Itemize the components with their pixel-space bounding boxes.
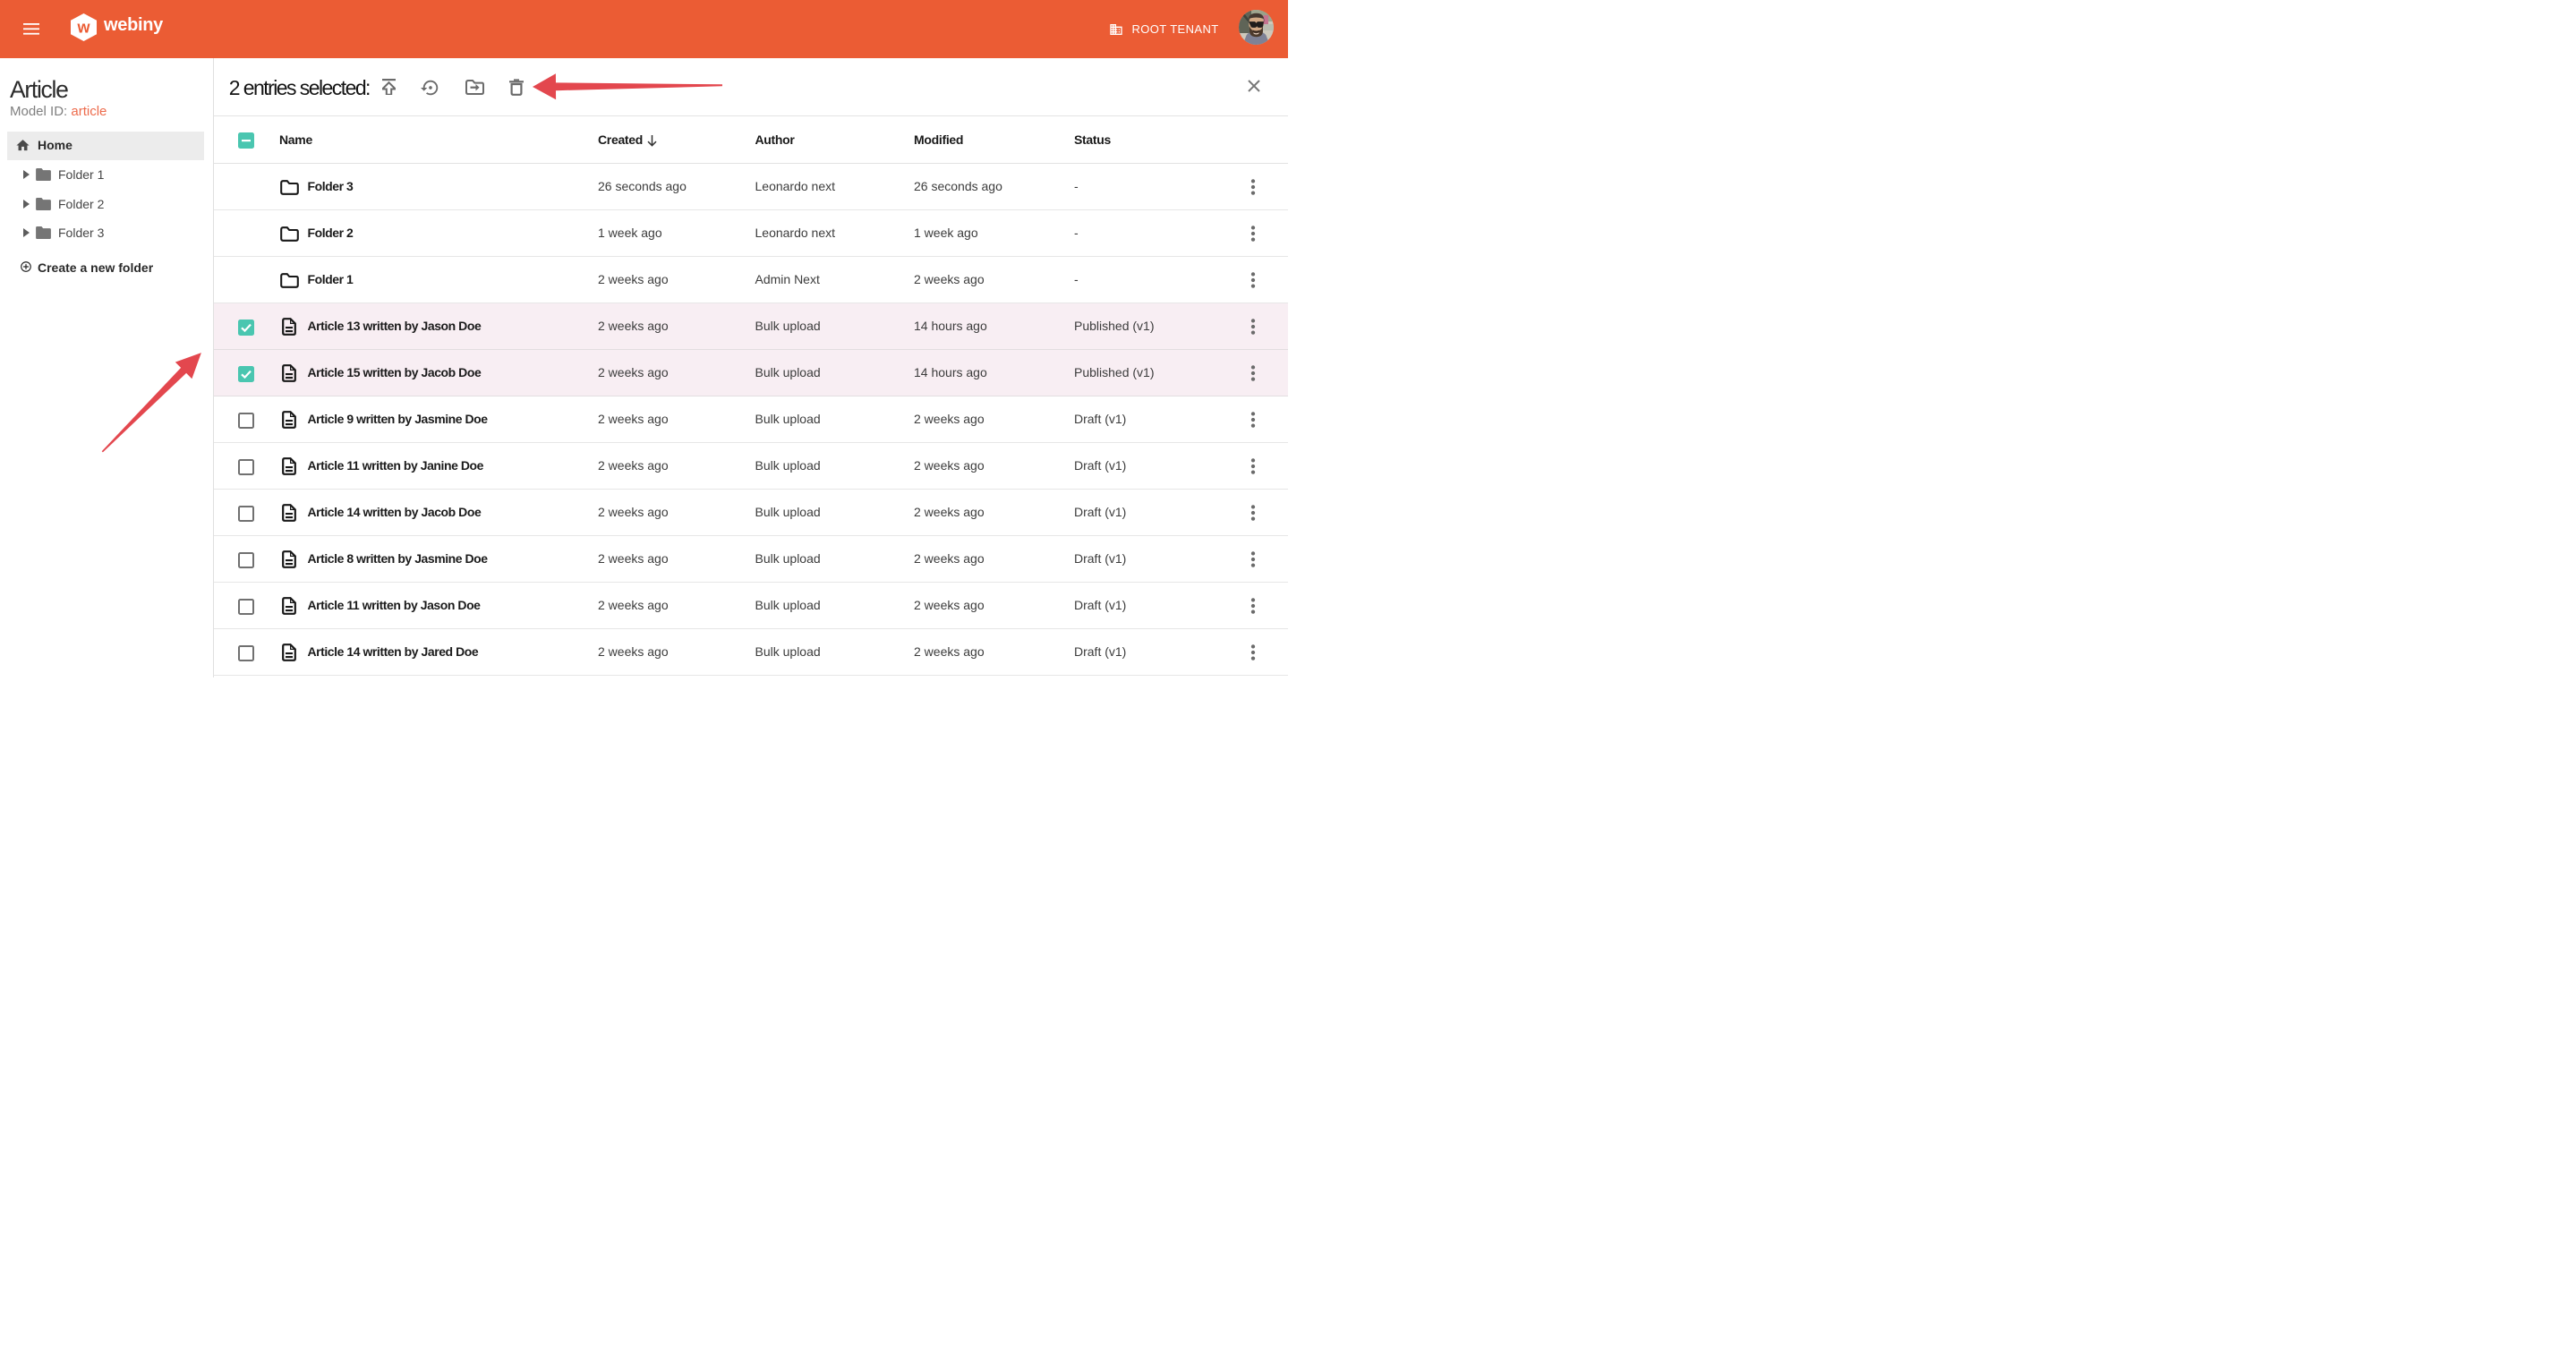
svg-text:w: w [76, 19, 90, 37]
